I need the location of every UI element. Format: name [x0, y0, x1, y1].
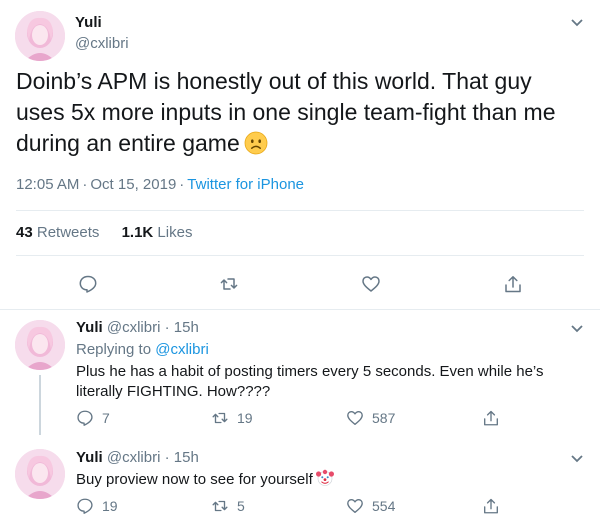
- reply-text: Plus he has a habit of posting timers ev…: [76, 363, 544, 400]
- share-icon: [482, 409, 500, 427]
- like-count: 554: [372, 498, 396, 514]
- likes-count: 1.1K: [121, 224, 154, 241]
- avatar-image: [15, 320, 65, 370]
- reply-header: Yuli @cxlibri · 15h: [76, 449, 199, 466]
- reply-icon: [76, 409, 94, 427]
- replying-prefix: Replying to: [76, 341, 152, 358]
- retweet-button[interactable]: 5: [211, 497, 245, 515]
- meta-separator: ·: [179, 176, 185, 193]
- replying-mention-link[interactable]: @cxlibri: [155, 341, 209, 358]
- tweet-time[interactable]: 12:05 AM: [16, 176, 79, 193]
- author-name[interactable]: Yuli: [76, 449, 103, 466]
- chevron-down-icon[interactable]: [570, 454, 584, 464]
- retweets-label: Retweets: [36, 224, 100, 241]
- share-icon: [482, 497, 500, 515]
- retweet-icon[interactable]: [219, 274, 239, 294]
- retweets-stat[interactable]: 43 Retweets: [16, 224, 99, 241]
- avatar-image: [15, 11, 65, 61]
- main-tweet: Yuli @cxlibri Doinb’s APM is honestly ou…: [0, 0, 600, 310]
- retweet-count: 19: [237, 410, 253, 426]
- likes-label: Likes: [157, 224, 193, 241]
- meta-separator: ·: [82, 176, 88, 193]
- reply-icon: [76, 497, 94, 515]
- tweet-text: Doinb’s APM is honestly out of this worl…: [16, 66, 586, 159]
- reply-text-content: Buy proview now to see for yourself: [76, 471, 313, 488]
- reply-time[interactable]: · 15h: [165, 449, 199, 466]
- avatar[interactable]: [15, 11, 65, 61]
- avatar[interactable]: [15, 320, 65, 370]
- reply-count: 19: [102, 498, 118, 514]
- like-count: 587: [372, 410, 396, 426]
- retweet-button[interactable]: 19: [211, 409, 253, 427]
- retweet-icon: [211, 497, 229, 515]
- share-icon[interactable]: [503, 274, 523, 294]
- replying-to: Replying to @cxlibri: [76, 341, 209, 358]
- author-handle[interactable]: @cxlibri: [107, 449, 161, 466]
- likes-stat[interactable]: 1.1K Likes: [122, 224, 193, 241]
- clown-face-icon: [315, 469, 334, 487]
- reply-button[interactable]: 7: [76, 409, 110, 427]
- like-icon: [346, 497, 364, 515]
- like-button[interactable]: 554: [346, 497, 395, 515]
- reply-time[interactable]: · 15h: [165, 319, 199, 336]
- author-handle[interactable]: @cxlibri: [107, 319, 161, 336]
- author-handle[interactable]: @cxlibri: [75, 35, 129, 52]
- author-name[interactable]: Yuli: [75, 14, 102, 31]
- retweet-icon: [211, 409, 229, 427]
- reply-tweet[interactable]: Yuli @cxlibri · 15h Buy proview now to s…: [0, 437, 600, 523]
- worried-face-icon: [244, 131, 268, 155]
- divider: [16, 255, 584, 256]
- chevron-down-icon[interactable]: [570, 18, 584, 28]
- tweet-source-link[interactable]: Twitter for iPhone: [187, 176, 304, 193]
- reply-count: 7: [102, 410, 110, 426]
- avatar[interactable]: [15, 449, 65, 499]
- tweet-date[interactable]: Oct 15, 2019: [90, 176, 176, 193]
- divider: [16, 210, 584, 211]
- author-name[interactable]: Yuli: [76, 319, 103, 336]
- reply-tweet[interactable]: Yuli @cxlibri · 15h Replying to @cxlibri…: [0, 311, 600, 437]
- share-button[interactable]: [482, 497, 500, 515]
- reply-header: Yuli @cxlibri · 15h: [76, 319, 199, 336]
- tweet-stats: 43 Retweets 1.1K Likes: [16, 224, 210, 241]
- reply-button[interactable]: 19: [76, 497, 118, 515]
- like-icon: [346, 409, 364, 427]
- reply-text: Buy proview now to see for yourself: [76, 469, 586, 490]
- retweets-count: 43: [16, 224, 33, 241]
- share-button[interactable]: [482, 409, 500, 427]
- chevron-down-icon[interactable]: [570, 324, 584, 334]
- like-icon[interactable]: [361, 274, 381, 294]
- tweet-meta: 12:05 AM · Oct 15, 2019 · Twitter for iPhone: [16, 176, 304, 193]
- thread-line: [39, 375, 41, 435]
- avatar-image: [15, 449, 65, 499]
- like-button[interactable]: 587: [346, 409, 395, 427]
- reply-icon[interactable]: [78, 274, 98, 294]
- tweet-text-content: Doinb’s APM is honestly out of this worl…: [16, 68, 556, 156]
- retweet-count: 5: [237, 498, 245, 514]
